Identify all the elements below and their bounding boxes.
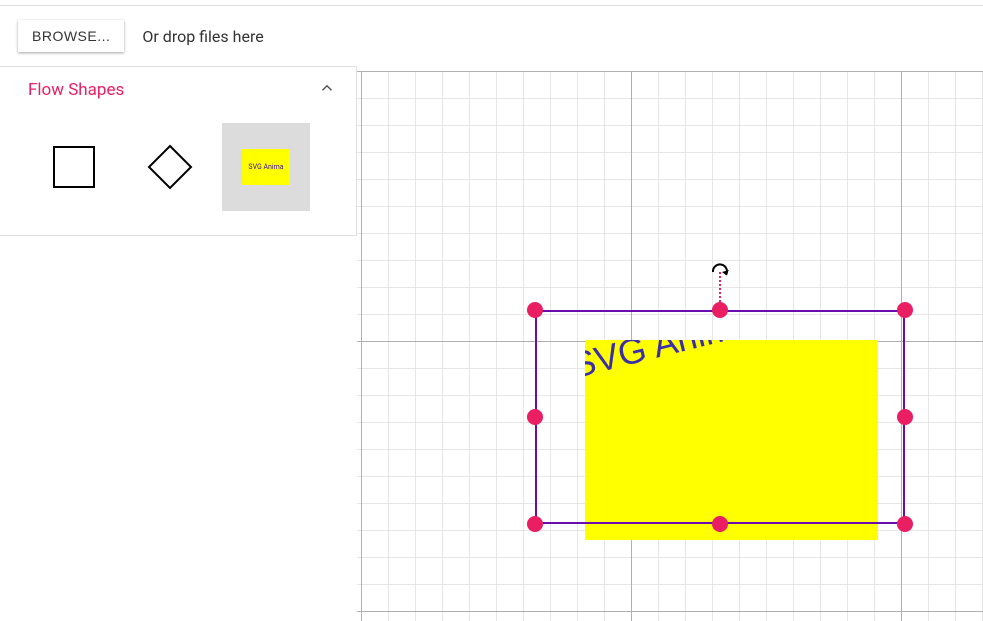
resize-handle-ne[interactable] bbox=[897, 302, 913, 318]
resize-handle-n[interactable] bbox=[712, 302, 728, 318]
palette-shape-rectangle[interactable] bbox=[30, 123, 118, 211]
svg-animation-thumb: SVG Anima bbox=[242, 149, 290, 185]
shapes-palette-panel: Flow Shapes SVG Anima bbox=[0, 66, 357, 236]
upload-bar: BROWSE... Or drop files here bbox=[0, 6, 983, 66]
chevron-up-icon bbox=[318, 79, 336, 101]
palette-shape-svg-animation[interactable]: SVG Anima bbox=[222, 123, 310, 211]
browse-button[interactable]: BROWSE... bbox=[18, 20, 124, 52]
resize-handle-s[interactable] bbox=[712, 516, 728, 532]
resize-handle-e[interactable] bbox=[897, 409, 913, 425]
svg-animation-node-text: SVG Animation bbox=[585, 340, 814, 387]
resize-handle-sw[interactable] bbox=[527, 516, 543, 532]
palette-header[interactable]: Flow Shapes bbox=[0, 67, 356, 113]
rotate-handle[interactable] bbox=[708, 260, 732, 288]
resize-handle-w[interactable] bbox=[527, 409, 543, 425]
selected-node[interactable]: SVG Animation bbox=[535, 310, 905, 524]
palette-title: Flow Shapes bbox=[28, 80, 124, 100]
drop-files-hint: Or drop files here bbox=[142, 27, 263, 46]
palette-shapes-row: SVG Anima bbox=[0, 113, 356, 235]
resize-handle-se[interactable] bbox=[897, 516, 913, 532]
svg-animation-thumb-text: SVG Anima bbox=[248, 163, 283, 171]
rotate-icon bbox=[708, 260, 732, 284]
palette-shape-diamond[interactable] bbox=[126, 123, 214, 211]
svg-animation-node[interactable]: SVG Animation bbox=[585, 340, 878, 540]
resize-handle-nw[interactable] bbox=[527, 302, 543, 318]
